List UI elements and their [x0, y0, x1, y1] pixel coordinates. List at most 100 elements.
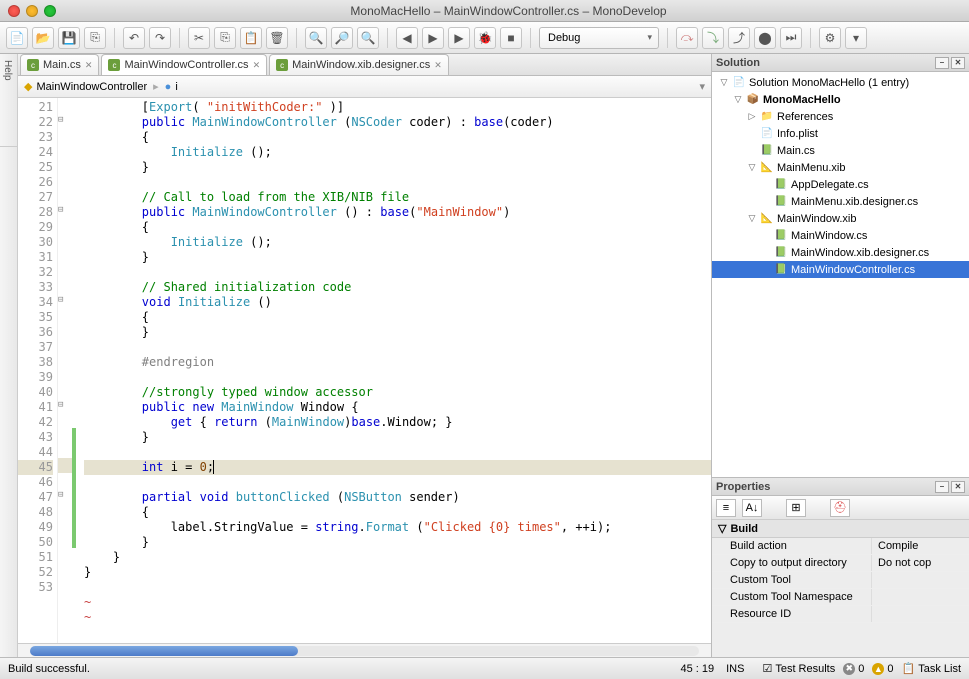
code-line[interactable]: #endregion	[84, 355, 711, 370]
undo-button[interactable]: ↶	[123, 27, 145, 49]
property-row[interactable]: Build actionCompile	[712, 538, 969, 555]
breadcrumb-dropdown-icon[interactable]: ▾	[699, 80, 705, 93]
editor-tab[interactable]: cMain.cs✕	[20, 54, 99, 75]
panel-minimize-button[interactable]: –	[935, 481, 949, 493]
code-line[interactable]: void Initialize ()	[84, 295, 711, 310]
property-value[interactable]	[872, 589, 969, 605]
breadcrumb-class[interactable]: MainWindowController	[36, 81, 147, 93]
code-line[interactable]: }	[84, 250, 711, 265]
pad-tab-help[interactable]: Help	[0, 54, 15, 147]
minimize-button[interactable]	[26, 5, 38, 17]
property-row[interactable]: Custom Tool	[712, 572, 969, 589]
property-row[interactable]: Copy to output directoryDo not cop	[712, 555, 969, 572]
expand-toggle-icon[interactable]: ▷	[747, 111, 757, 122]
code-line[interactable]: label.StringValue = string.Format ("Clic…	[84, 520, 711, 535]
code-line[interactable]: }	[84, 325, 711, 340]
expand-toggle-icon[interactable]: ▽	[747, 213, 757, 224]
code-line[interactable]: // Shared initialization code	[84, 280, 711, 295]
nav-fwd-button[interactable]: ▶	[422, 27, 444, 49]
expand-toggle-icon[interactable]: ▽	[747, 162, 757, 173]
save-all-button[interactable]: ⎘	[84, 27, 106, 49]
stop-button[interactable]: ■	[500, 27, 522, 49]
code-line[interactable]	[84, 445, 711, 460]
copy-button[interactable]: ⎘	[214, 27, 236, 49]
code-line[interactable]: }	[84, 550, 711, 565]
errors-count[interactable]: ✖0	[843, 663, 864, 675]
code-line[interactable]: //strongly typed window accessor	[84, 385, 711, 400]
code-line[interactable]: get { return (MainWindow)base.Window; }	[84, 415, 711, 430]
expand-toggle-icon[interactable]: ▽	[719, 77, 729, 88]
code-line[interactable]	[84, 475, 711, 490]
code-line[interactable]: public new MainWindow Window {	[84, 400, 711, 415]
more-button[interactable]: ▾	[845, 27, 867, 49]
code-line[interactable]: }	[84, 430, 711, 445]
solution-tree[interactable]: ▽📄Solution MonoMacHello (1 entry)▽📦MonoM…	[712, 72, 969, 477]
fold-toggle[interactable]: ⊟	[58, 488, 72, 503]
delete-button[interactable]: 🗑	[266, 27, 288, 49]
step-into-button[interactable]: ⤵	[702, 27, 724, 49]
editor-tab[interactable]: cMainWindowController.cs✕	[101, 54, 267, 75]
nav-back-button[interactable]: ◀	[396, 27, 418, 49]
panel-minimize-button[interactable]: –	[935, 57, 949, 69]
open-button[interactable]: 📂	[32, 27, 54, 49]
step-over-button[interactable]: ⤼	[676, 27, 698, 49]
zoom-button[interactable]	[44, 5, 56, 17]
code-line[interactable]: }	[84, 535, 711, 550]
prop-help-icon[interactable]: ⛑	[830, 499, 850, 517]
prop-grid-icon[interactable]: ⊞	[786, 499, 806, 517]
prop-categorized-icon[interactable]: ≡	[716, 499, 736, 517]
code-line[interactable]	[84, 175, 711, 190]
code-line[interactable]: public MainWindowController (NSCoder cod…	[84, 115, 711, 130]
properties-grid[interactable]: Build actionCompileCopy to output direct…	[712, 538, 969, 657]
code-line[interactable]: public MainWindowController () : base("M…	[84, 205, 711, 220]
close-tab-icon[interactable]: ✕	[85, 60, 93, 71]
test-results-pad[interactable]: ☑ Test Results	[762, 662, 835, 675]
close-button[interactable]	[8, 5, 20, 17]
code-line[interactable]: // Call to load from the XIB/NIB file	[84, 190, 711, 205]
step-out-button[interactable]: ⤴	[728, 27, 750, 49]
code-line[interactable]	[84, 340, 711, 355]
code-line[interactable]: }	[84, 565, 711, 580]
fold-toggle[interactable]: ⊟	[58, 398, 72, 413]
property-row[interactable]: Resource ID	[712, 606, 969, 623]
code-line[interactable]: {	[84, 220, 711, 235]
code-editor[interactable]: 2122232425262728293031323334353637383940…	[18, 98, 711, 643]
tree-node[interactable]: ▽📄Solution MonoMacHello (1 entry)	[712, 74, 969, 91]
breadcrumb[interactable]: ◆MainWindowController ▸ ●i ▾	[18, 76, 711, 98]
close-tab-icon[interactable]: ✕	[434, 60, 442, 71]
property-value[interactable]	[872, 572, 969, 588]
property-value[interactable]: Compile	[872, 538, 969, 554]
code-line[interactable]: [Export( "initWithCoder:" )]	[84, 100, 711, 115]
cut-button[interactable]: ✂	[188, 27, 210, 49]
run-button[interactable]: ▶	[448, 27, 470, 49]
code-line[interactable]	[84, 265, 711, 280]
paste-button[interactable]: 📋	[240, 27, 262, 49]
code-line[interactable]: }	[84, 160, 711, 175]
find-files-button[interactable]: 🔍	[357, 27, 379, 49]
horizontal-scrollbar[interactable]	[18, 643, 711, 657]
task-list-pad[interactable]: 📋 Task List	[902, 662, 962, 675]
property-row[interactable]: Custom Tool Namespace	[712, 589, 969, 606]
panel-close-button[interactable]: ✕	[951, 481, 965, 493]
code-line[interactable]: {	[84, 505, 711, 520]
property-value[interactable]: Do not cop	[872, 555, 969, 571]
fold-toggle[interactable]: ⊟	[58, 293, 72, 308]
tool-button[interactable]: ⚙	[819, 27, 841, 49]
fold-toggle[interactable]: ⊟	[58, 203, 72, 218]
replace-button[interactable]: 🔎	[331, 27, 353, 49]
tree-node[interactable]: ▽📐MainMenu.xib	[712, 159, 969, 176]
panel-close-button[interactable]: ✕	[951, 57, 965, 69]
warnings-count[interactable]: ▲0	[872, 663, 893, 675]
code-line[interactable]: int i = 0;	[84, 460, 711, 475]
code-line[interactable]: {	[84, 310, 711, 325]
fold-toggle[interactable]: ⊟	[58, 113, 72, 128]
tree-node[interactable]: 📗MainWindow.xib.designer.cs	[712, 244, 969, 261]
tree-node[interactable]: 📗MainMenu.xib.designer.cs	[712, 193, 969, 210]
code-line[interactable]: Initialize ();	[84, 235, 711, 250]
code-line[interactable]	[84, 580, 711, 595]
editor-tab[interactable]: cMainWindow.xib.designer.cs✕	[269, 54, 449, 75]
expand-toggle-icon[interactable]: ▽	[733, 94, 743, 105]
breadcrumb-member[interactable]: i	[175, 81, 177, 93]
tree-node[interactable]: 📗MainWindow.cs	[712, 227, 969, 244]
prop-category[interactable]: ▽Build	[712, 520, 969, 538]
